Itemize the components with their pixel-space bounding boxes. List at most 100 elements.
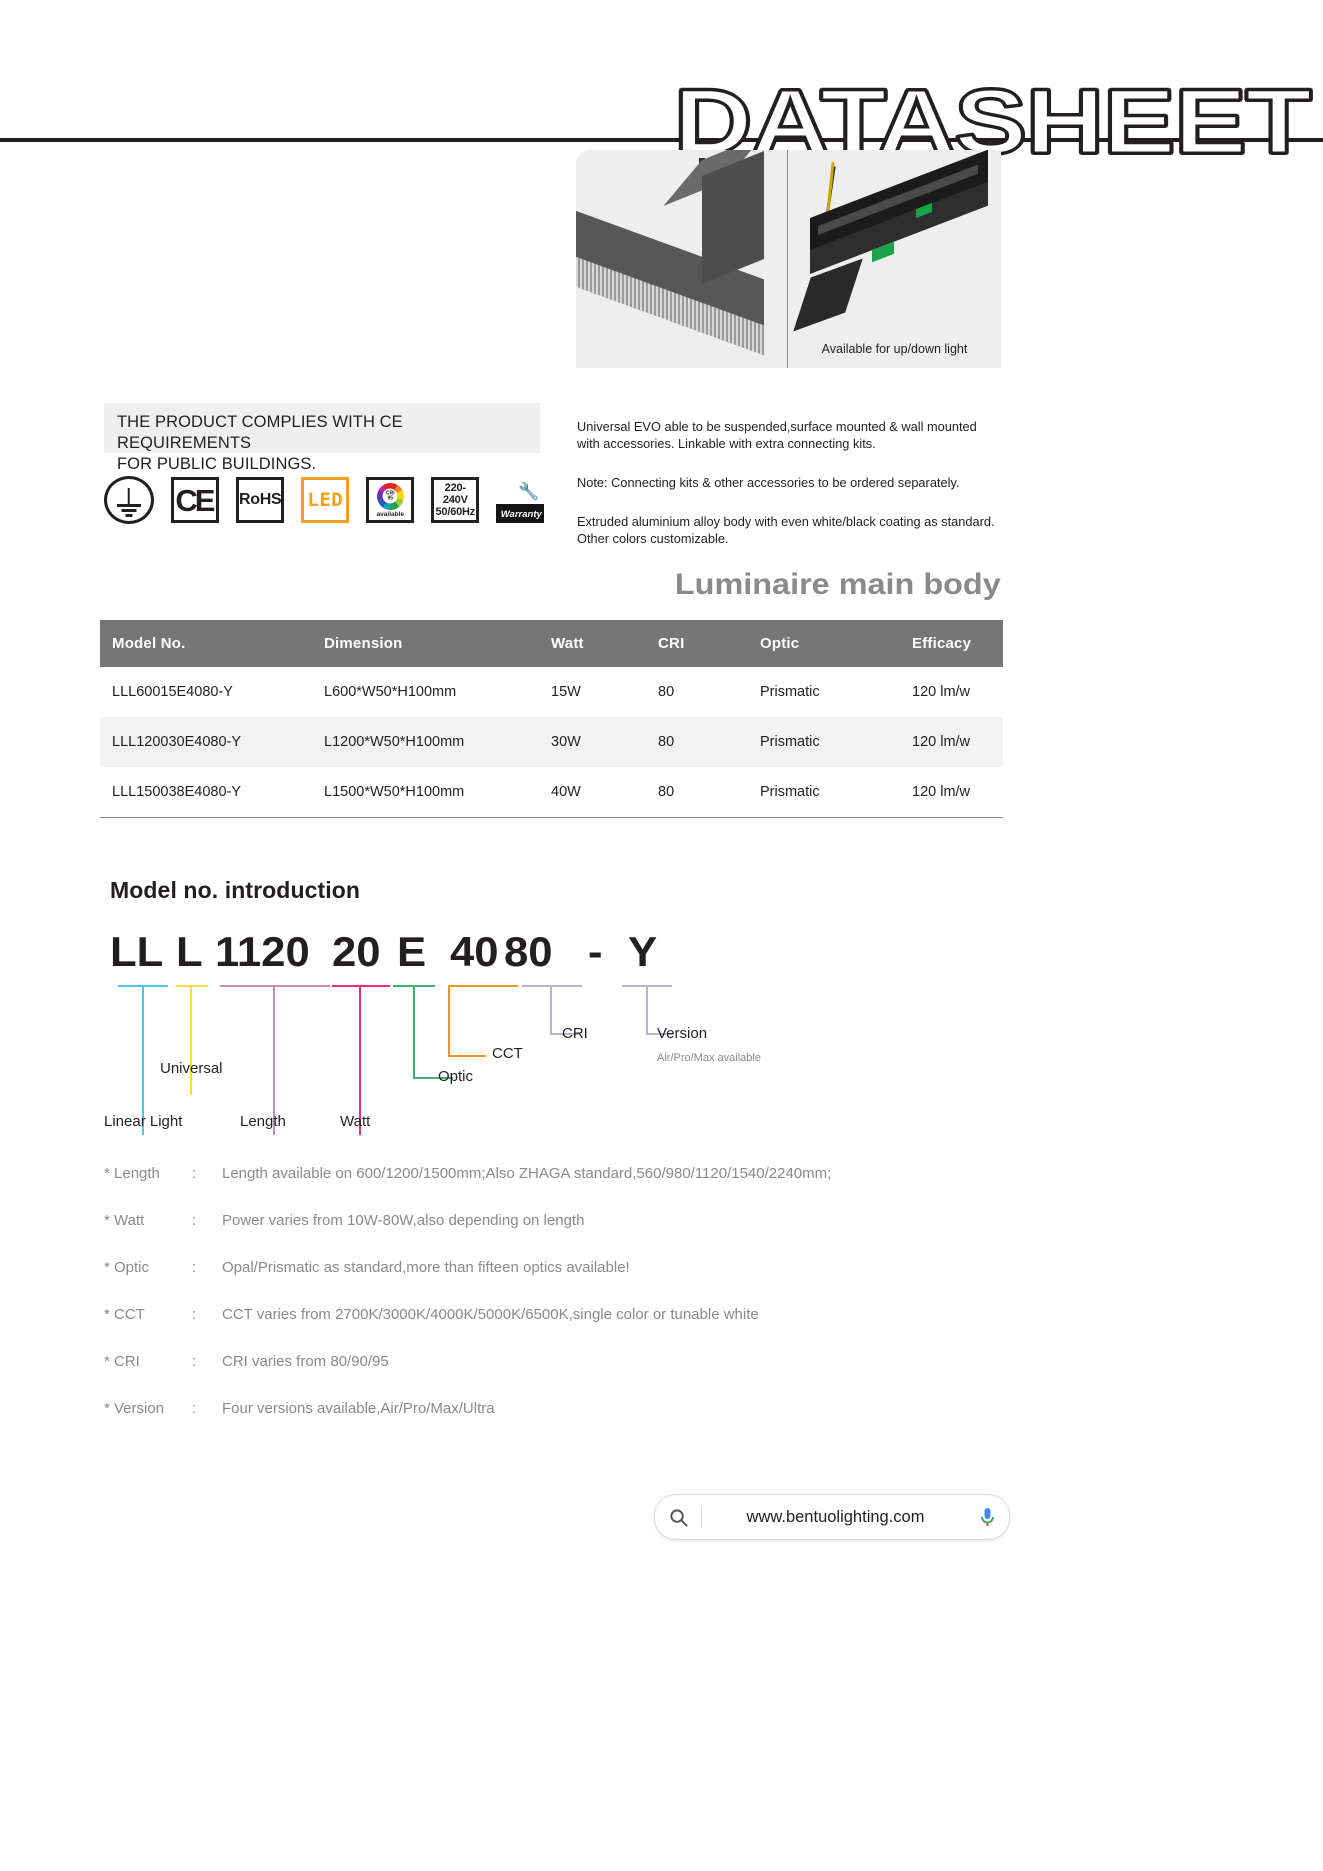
diagram-label-length: Length xyxy=(240,1113,286,1130)
cell-model-no: LLL60015E4080-Y xyxy=(112,684,233,700)
code-part-e: E xyxy=(397,928,427,975)
cell-model-no: LLL120030E4080-Y xyxy=(112,734,242,750)
model-code-diagram: Linear Light Universal Length Watt Optic… xyxy=(100,985,880,1140)
description-paragraph-1: Universal EVO able to be suspended,surfa… xyxy=(577,419,977,451)
note-colon: : xyxy=(192,1212,197,1229)
note-item: * Length : Length available on 600/1200/… xyxy=(104,1165,1104,1212)
rohs-label: RoHS xyxy=(238,491,282,508)
model-code: LL L 1120 20 E 40 80 - Y xyxy=(110,928,730,980)
code-part-40: 40 xyxy=(450,928,499,975)
ce-mark-icon: CE xyxy=(170,477,219,523)
note-value: Length available on 600/1200/1500mm;Also… xyxy=(222,1165,832,1182)
warranty-badge: 5Years 🔧 Warranty xyxy=(496,477,547,523)
table-row: LLL150038E4080-Y L1500*W50*H100mm 40W 80… xyxy=(100,767,1003,818)
cell-watt: 30W xyxy=(551,734,581,750)
cell-optic: Prismatic xyxy=(748,767,900,818)
certification-badges: CE RoHS LED CRI 95 available 220-240V 50/… xyxy=(104,473,547,527)
code-part-1120: 1120 xyxy=(215,928,310,975)
voltage-line-2: 50/60Hz xyxy=(435,506,476,518)
diagram-label-watt: Watt xyxy=(340,1113,371,1130)
cell-cri: 80 xyxy=(658,684,675,700)
note-key: * Optic xyxy=(104,1259,150,1276)
product-image-suspended xyxy=(576,150,787,368)
note-item: * Version : Four versions available,Air/… xyxy=(104,1400,1104,1447)
page-header: DATASHEET xyxy=(0,40,1323,172)
note-colon: : xyxy=(192,1259,197,1276)
product-image-updown xyxy=(788,150,1001,368)
product-image-panel: Available for up/down light xyxy=(576,150,1001,368)
note-key: * CCT xyxy=(104,1306,145,1323)
cell-dimension: L1500*W50*H100mm xyxy=(312,767,539,818)
website-search-bar[interactable]: www.bentuolighting.com xyxy=(654,1494,1010,1540)
specification-table: Model No. Dimension Watt CRI Optic Effic… xyxy=(100,620,1003,818)
note-value: CCT varies from 2700K/3000K/4000K/5000K/… xyxy=(222,1306,759,1323)
voltage-badge: 220-240V 50/60Hz xyxy=(431,477,480,523)
diagram-label-version: Version xyxy=(657,1025,708,1042)
diagram-label-universal: Universal xyxy=(160,1060,223,1077)
table-header-cri: CRI xyxy=(646,620,748,667)
note-value: Opal/Prismatic as standard,more than fif… xyxy=(222,1259,630,1276)
table-header-dimension: Dimension xyxy=(312,620,539,667)
cell-dimension: L1200*W50*H100mm xyxy=(324,734,465,750)
note-value: CRI varies from 80/90/95 xyxy=(222,1353,389,1370)
cri-wheel-value: 95 xyxy=(387,495,394,501)
note-colon: : xyxy=(192,1353,197,1370)
cell-optic: Prismatic xyxy=(760,684,820,700)
wrench-icon: 🔧 xyxy=(518,482,540,501)
diagram-label-cri: CRI xyxy=(562,1025,588,1042)
code-part-y: Y xyxy=(628,928,658,975)
code-part-20: 20 xyxy=(332,928,381,975)
cell-cri: 80 xyxy=(658,734,675,750)
note-item: * CCT : CCT varies from 2700K/3000K/4000… xyxy=(104,1306,1104,1353)
table-row: LLL60015E4080-Y L600*W50*H100mm 15W 80 P… xyxy=(100,667,1003,717)
note-key: * CRI xyxy=(104,1353,140,1370)
website-url[interactable]: www.bentuolighting.com xyxy=(702,1508,965,1527)
search-icon[interactable] xyxy=(655,1508,701,1527)
ce-compliance-box: THE PRODUCT COMPLIES WITH CE REQUIREMENT… xyxy=(104,403,540,473)
cell-model-no: LLL150038E4080-Y xyxy=(100,767,312,818)
warranty-years: 5Years xyxy=(498,486,516,495)
warranty-label: Warranty xyxy=(500,509,542,520)
note-key: * Version xyxy=(104,1400,165,1417)
note-item: * CRI : CRI varies from 80/90/95 xyxy=(104,1353,1104,1400)
cell-dimension: L600*W50*H100mm xyxy=(324,684,457,700)
code-part-dash: - xyxy=(588,928,603,975)
voltage-line-1: 220-240V xyxy=(442,482,468,506)
table-header-optic: Optic xyxy=(748,620,900,667)
earth-ground-icon xyxy=(104,476,154,524)
cell-cri: 80 xyxy=(646,767,748,818)
notes-list: * Length : Length available on 600/1200/… xyxy=(104,1165,1104,1447)
ce-line-1: THE PRODUCT COMPLIES WITH CE REQUIREMENT… xyxy=(117,413,403,452)
note-item: * Optic : Opal/Prismatic as standard,mor… xyxy=(104,1259,1104,1306)
cell-watt: 15W xyxy=(551,684,581,700)
ce-line-2: FOR PUBLIC BUILDINGS. xyxy=(117,455,317,473)
ce-mark-label: CE xyxy=(175,482,215,518)
cri-badge: CRI 95 available xyxy=(366,477,415,523)
code-part-80: 80 xyxy=(504,928,553,975)
code-part-l: L xyxy=(176,928,203,975)
note-key: * Length xyxy=(104,1165,160,1182)
cell-efficacy: 120 lm/w xyxy=(912,734,971,750)
table-row: LLL120030E4080-Y L1200*W50*H100mm 30W 80… xyxy=(100,717,1003,767)
cell-optic: Prismatic xyxy=(760,734,820,750)
note-item: * Watt : Power varies from 10W-80W,also … xyxy=(104,1212,1104,1259)
cell-efficacy: 120 lm/w xyxy=(900,767,1003,818)
cell-efficacy: 120 lm/w xyxy=(912,684,971,700)
note-colon: : xyxy=(192,1306,197,1323)
table-header-row: Model No. Dimension Watt CRI Optic Effic… xyxy=(100,620,1003,667)
product-description: Universal EVO able to be suspended,surfa… xyxy=(577,418,997,569)
note-colon: : xyxy=(192,1400,197,1417)
cell-watt: 40W xyxy=(539,767,646,818)
diagram-label-cct: CCT xyxy=(492,1045,523,1062)
note-value: Four versions available,Air/Pro/Max/Ultr… xyxy=(222,1400,495,1417)
table-header-efficacy: Efficacy xyxy=(900,620,1003,667)
description-paragraph-2: Note: Connecting kits & other accessorie… xyxy=(577,475,960,490)
led-label: LED xyxy=(307,489,344,511)
warranty-years-suffix: Years xyxy=(501,489,517,495)
section-title-luminaire-main-body: Luminaire main body xyxy=(675,568,1001,601)
model-intro-title: Model no. introduction xyxy=(110,877,361,903)
microphone-icon[interactable] xyxy=(965,1507,1009,1528)
color-wheel-icon: CRI 95 xyxy=(376,482,404,510)
table-header-watt: Watt xyxy=(539,620,646,667)
led-badge: LED xyxy=(301,477,350,523)
